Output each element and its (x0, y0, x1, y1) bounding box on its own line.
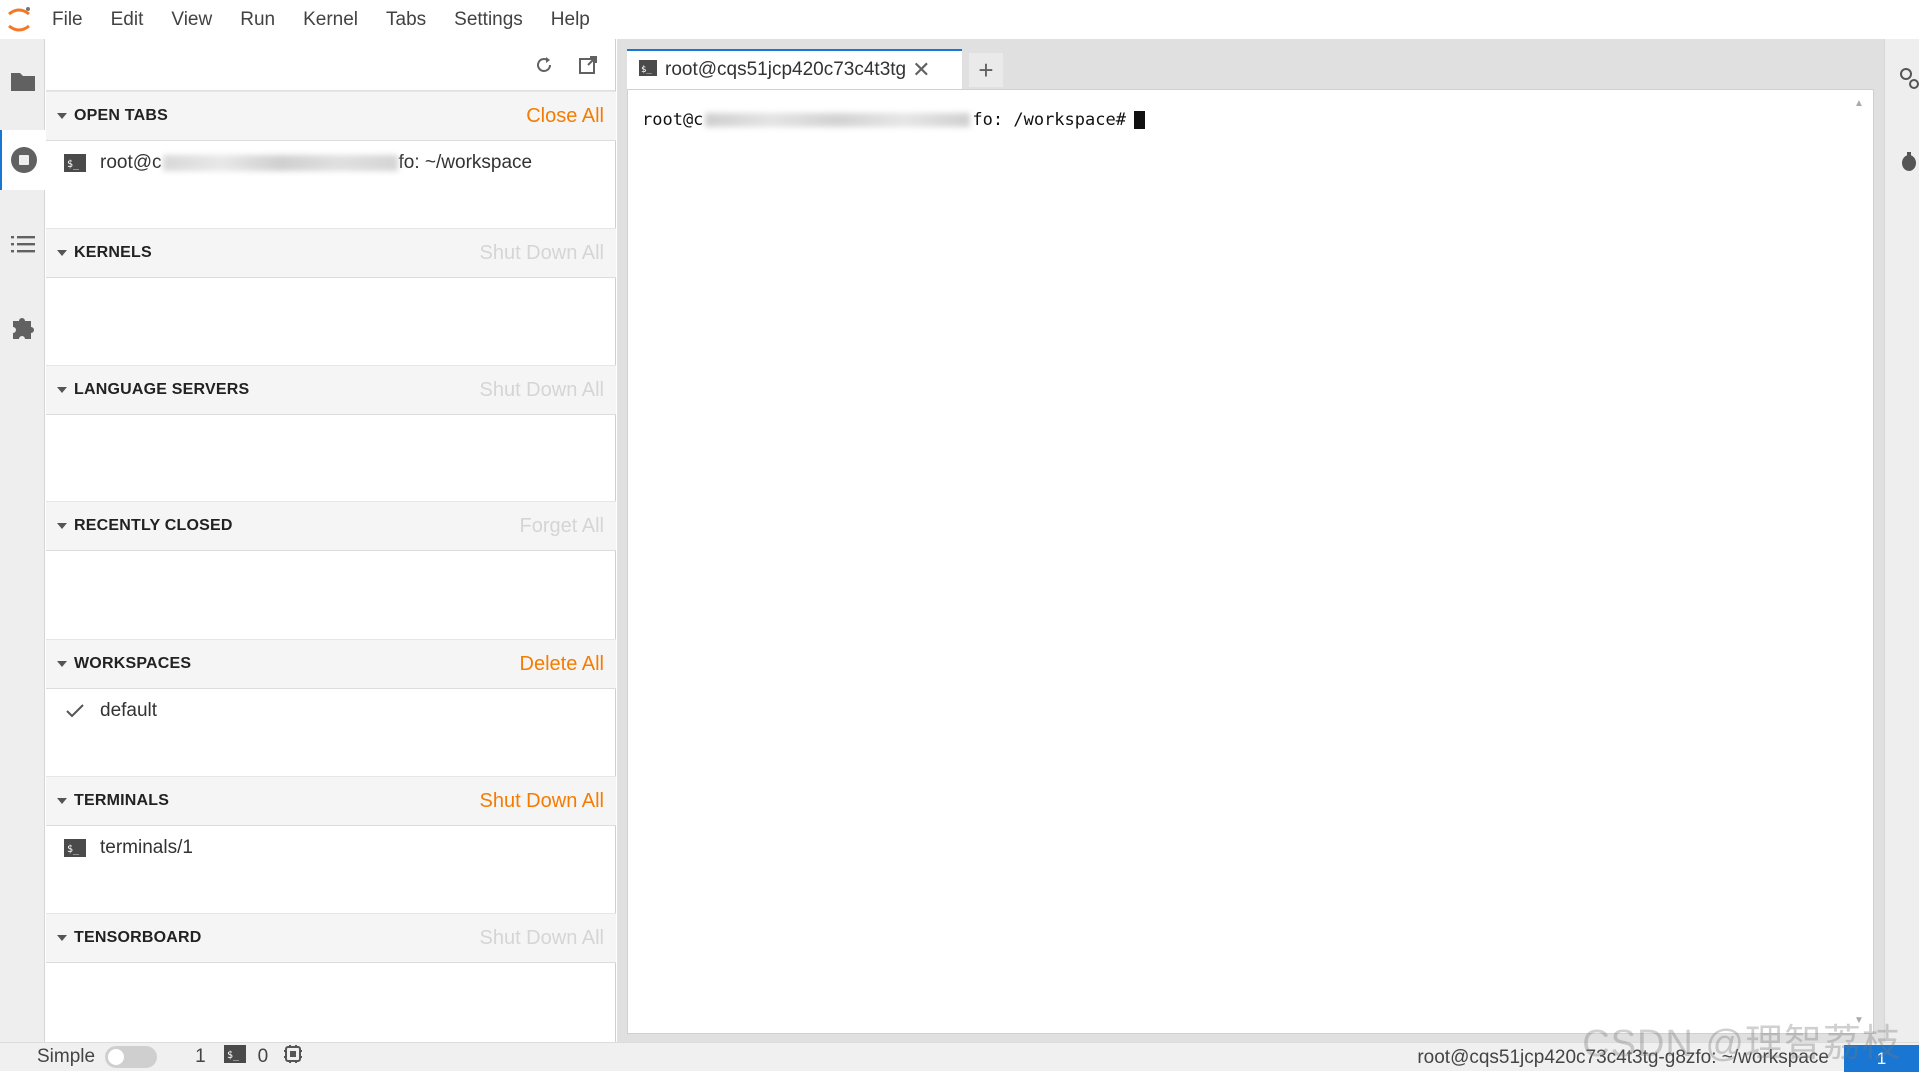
caret-down-icon (50, 661, 74, 667)
menu-file[interactable]: File (38, 0, 97, 39)
panel-toolbar (46, 39, 615, 91)
workspace-name: default (100, 700, 158, 721)
terminal-view[interactable]: root@c fo: /workspace# ▲ ▼ (627, 89, 1874, 1034)
section-header[interactable]: RECENTLY CLOSED Forget All (46, 501, 616, 551)
list-icon[interactable] (0, 214, 45, 274)
open-tab-name-suffix: fo: ~/workspace (398, 152, 533, 173)
section-header[interactable]: LANGUAGE SERVERS Shut Down All (46, 365, 616, 415)
menu-view[interactable]: View (157, 0, 226, 39)
open-tab-name-prefix: root@c (100, 152, 162, 173)
section-workspaces: WORKSPACES Delete All default (46, 639, 616, 733)
property-inspector-icon[interactable] (1899, 67, 1919, 98)
shut-down-all-kernels-button[interactable]: Shut Down All (479, 242, 604, 265)
menu-kernel[interactable]: Kernel (289, 0, 372, 39)
shut-down-all-terminals-button[interactable]: Shut Down All (479, 790, 604, 813)
running-panel: OPEN TABS Close All $_ root@c fo: ~/works… (46, 39, 616, 1042)
scroll-up-icon[interactable]: ▲ (1853, 98, 1865, 109)
watermark: CSDN @理智荔枝 (1582, 1023, 1901, 1065)
list-item[interactable]: $_ root@c fo: ~/workspace (46, 141, 616, 185)
terminal-icon: $_ (64, 838, 86, 858)
terminal-icon: $_ (64, 153, 86, 173)
terminal-icon: $_ (639, 59, 657, 81)
section-title: TERMINALS (74, 792, 170, 809)
caret-down-icon (50, 387, 74, 393)
simple-mode-label: Simple (37, 1046, 96, 1067)
svg-text:$_: $_ (227, 1050, 240, 1061)
redacted-text (162, 154, 398, 171)
section-header[interactable]: KERNELS Shut Down All (46, 228, 616, 278)
stop-circle-icon[interactable] (0, 130, 46, 190)
section-header[interactable]: TENSORBOARD Shut Down All (46, 913, 616, 963)
section-kernels: KERNELS Shut Down All (46, 228, 616, 278)
new-tab-button[interactable]: + (969, 53, 1003, 87)
caret-down-icon (50, 798, 74, 804)
kernel-count[interactable]: 1 (195, 1046, 206, 1068)
refresh-icon[interactable] (532, 53, 556, 77)
activity-bar (0, 39, 46, 1042)
list-item-label: root@c fo: ~/workspace (100, 152, 532, 174)
list-item[interactable]: $_ terminals/1 (46, 826, 616, 870)
main-area: $_ root@cqs51jcp420c73c4t3tg ✕ + root@c … (617, 39, 1884, 1042)
section-open-tabs: OPEN TABS Close All $_ root@c fo: ~/works… (46, 91, 616, 185)
shut-down-all-language-servers-button[interactable]: Shut Down All (479, 379, 604, 402)
menu-bar: File Edit View Run Kernel Tabs Settings … (0, 0, 1919, 39)
toggle-knob (108, 1049, 125, 1065)
section-language-servers: LANGUAGE SERVERS Shut Down All (46, 365, 616, 415)
section-header[interactable]: WORKSPACES Delete All (46, 639, 616, 689)
menu-tabs[interactable]: Tabs (372, 0, 440, 39)
list-item[interactable]: default (46, 689, 616, 733)
prompt-prefix: root@c (642, 110, 704, 130)
open-external-icon[interactable] (576, 53, 600, 77)
tab-bar: $_ root@cqs51jcp420c73c4t3tg ✕ + (617, 39, 1884, 89)
redacted-text (705, 113, 971, 127)
svg-text:$_: $_ (641, 65, 652, 75)
section-title: WORKSPACES (74, 655, 192, 672)
menu-edit[interactable]: Edit (97, 0, 158, 39)
close-icon[interactable]: ✕ (912, 59, 930, 81)
section-title: RECENTLY CLOSED (74, 517, 233, 534)
terminal-cursor (1133, 111, 1145, 129)
svg-text:$_: $_ (67, 159, 80, 170)
puzzle-icon[interactable] (0, 297, 45, 357)
section-recently-closed: RECENTLY CLOSED Forget All (46, 501, 616, 551)
folder-icon[interactable] (0, 51, 45, 111)
prompt-suffix: fo: /workspace# (972, 110, 1126, 130)
caret-down-icon (50, 113, 74, 119)
section-title: TENSORBOARD (74, 929, 202, 946)
terminal-count[interactable]: 0 (258, 1046, 269, 1068)
shut-down-all-tensorboard-button[interactable]: Shut Down All (479, 927, 604, 950)
tab-terminal[interactable]: $_ root@cqs51jcp420c73c4t3tg ✕ (627, 49, 962, 89)
caret-down-icon (50, 250, 74, 256)
section-title: LANGUAGE SERVERS (74, 381, 250, 398)
terminal-icon: $_ (223, 1045, 246, 1069)
menu-run[interactable]: Run (226, 0, 289, 39)
section-header[interactable]: OPEN TABS Close All (46, 91, 616, 141)
forget-all-button[interactable]: Forget All (520, 515, 604, 538)
svg-text:$_: $_ (67, 844, 80, 855)
memory-chip-icon[interactable] (282, 1043, 304, 1071)
close-all-button[interactable]: Close All (526, 105, 604, 128)
section-title: OPEN TABS (74, 107, 168, 124)
jupyter-logo-icon (0, 0, 38, 39)
debugger-bug-icon[interactable] (1899, 150, 1919, 179)
delete-all-button[interactable]: Delete All (520, 653, 605, 676)
simple-mode-toggle[interactable] (105, 1046, 158, 1068)
menu-help[interactable]: Help (537, 0, 604, 39)
tab-label: root@cqs51jcp420c73c4t3tg (665, 59, 907, 80)
right-sidebar (1884, 39, 1919, 1042)
terminal-name: terminals/1 (100, 837, 193, 858)
section-tensorboard: TENSORBOARD Shut Down All (46, 913, 616, 963)
section-title: KERNELS (74, 244, 152, 261)
section-terminals: TERMINALS Shut Down All $_ terminals/1 (46, 776, 616, 870)
section-header[interactable]: TERMINALS Shut Down All (46, 776, 616, 826)
caret-down-icon (50, 935, 74, 941)
menu-settings[interactable]: Settings (440, 0, 537, 39)
terminal-prompt: root@c fo: /workspace# (642, 110, 1145, 130)
caret-down-icon (50, 523, 74, 529)
check-icon (64, 701, 86, 721)
